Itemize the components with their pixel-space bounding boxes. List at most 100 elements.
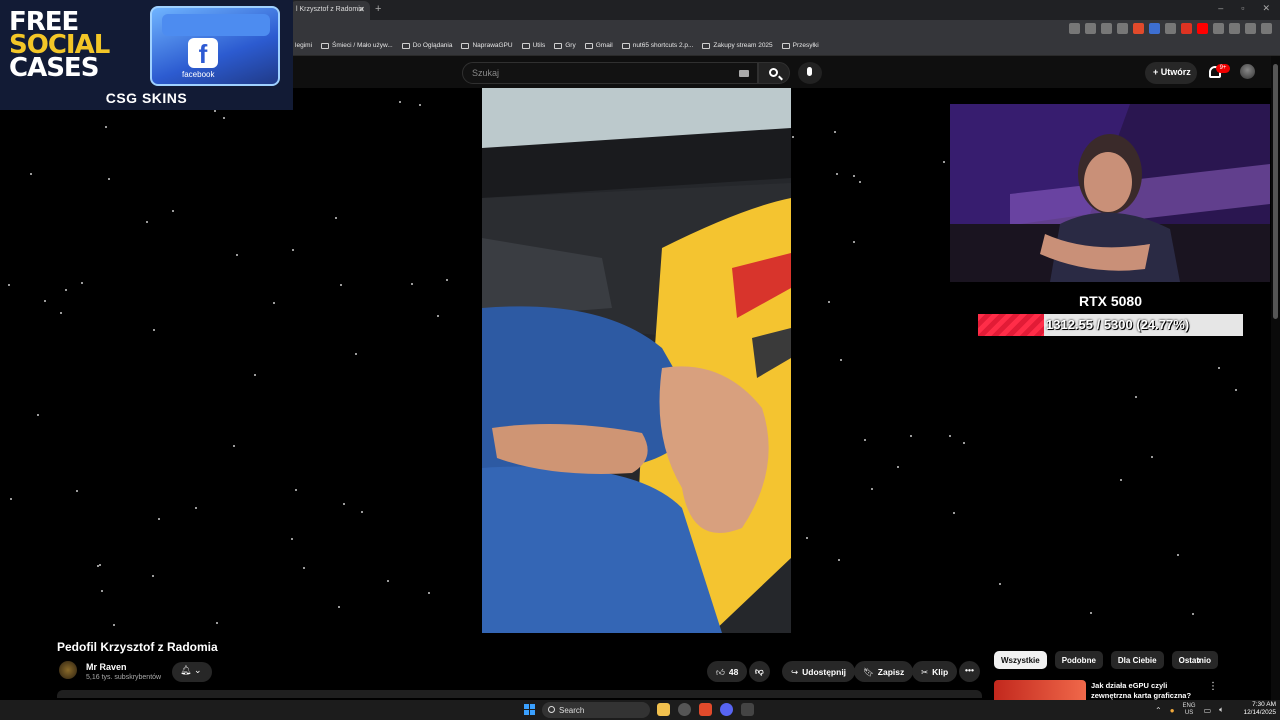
bookmark-label: nut65 shortcuts 2.p... <box>632 42 694 49</box>
save-button[interactable]: 🔖︎ Zapisz <box>854 661 914 682</box>
bookmark-item[interactable]: NaprawaGPU <box>461 42 513 49</box>
extension-icon[interactable] <box>1165 23 1176 34</box>
star-dot <box>1090 612 1092 614</box>
share-button[interactable]: ↪ Udostępnij <box>782 661 856 682</box>
sidebar-icon[interactable] <box>1229 23 1240 34</box>
tray-app-icon[interactable]: ● <box>1170 706 1175 715</box>
maximize-icon[interactable]: ▫ <box>1241 3 1244 14</box>
subscribe-notification-button[interactable]: 🔔︎ ⌄ <box>172 662 212 682</box>
close-window-icon[interactable]: ✕ <box>1262 3 1270 14</box>
obs-icon[interactable] <box>678 703 691 716</box>
filter-chip[interactable]: Dla Ciebie <box>1110 651 1164 669</box>
keyboard-icon[interactable] <box>739 70 749 77</box>
star-dot <box>910 435 912 437</box>
translate-icon[interactable] <box>1085 23 1096 34</box>
goal-progress-fill <box>978 314 1044 336</box>
plus-icon: + <box>1153 67 1161 77</box>
channel-name[interactable]: Mr Raven <box>86 662 127 672</box>
streamer-webcam <box>950 104 1270 282</box>
create-button[interactable]: + Utwórz <box>1145 62 1197 84</box>
discord-icon[interactable] <box>720 703 733 716</box>
bookmark-item[interactable]: Gry <box>554 42 576 49</box>
folder-icon <box>781 42 790 49</box>
bookmark-item[interactable]: Zakupy stream 2025 <box>702 42 773 49</box>
clip-button[interactable]: ✂ Klip <box>912 661 958 682</box>
windows-start-icon[interactable] <box>524 704 535 715</box>
star-dot <box>10 498 12 500</box>
video-title: Pedofil Krzysztof z Radomia <box>57 640 218 654</box>
star-dot <box>65 289 67 291</box>
filter-chip[interactable]: Ostatnio <box>1171 651 1219 669</box>
star-dot <box>335 217 337 219</box>
extension-icon[interactable] <box>1149 23 1160 34</box>
language-top: ENG <box>1182 703 1196 709</box>
app-icon[interactable] <box>741 703 754 716</box>
language-indicator[interactable]: ENG US <box>1183 703 1196 717</box>
brave-shield-icon[interactable] <box>1133 23 1144 34</box>
more-actions-button[interactable]: ••• <box>959 661 980 682</box>
extension-icon[interactable] <box>1181 23 1192 34</box>
filter-chip[interactable]: Podobne <box>1054 651 1103 669</box>
filter-chip[interactable]: Wszystkie <box>994 651 1047 669</box>
search-button[interactable] <box>758 62 790 84</box>
close-icon[interactable]: ✕ <box>358 5 365 14</box>
zoom-icon[interactable] <box>1101 23 1112 34</box>
star-dot <box>792 136 794 138</box>
page-scrollbar[interactable] <box>1271 56 1280 700</box>
subscriber-count: 5,16 tys. subskrybentów <box>86 674 162 681</box>
cast-icon[interactable] <box>1069 23 1080 34</box>
star-dot <box>101 590 103 592</box>
star-dot <box>60 312 62 314</box>
share-icon[interactable] <box>1117 23 1128 34</box>
star-dot <box>76 490 78 492</box>
media-icon[interactable] <box>1245 23 1256 34</box>
network-icon[interactable]: ▭ <box>1204 706 1212 715</box>
video-player[interactable] <box>482 88 791 633</box>
star-dot <box>355 353 357 355</box>
star-dot <box>999 583 1001 585</box>
search-input[interactable]: Szukaj <box>462 62 758 84</box>
bookmark-item[interactable]: s legimi <box>290 42 312 49</box>
star-dot <box>8 284 10 286</box>
volume-icon[interactable]: 🔈︎ <box>1219 705 1224 715</box>
scrollbar-thumb[interactable] <box>1273 64 1278 319</box>
star-dot <box>340 284 342 286</box>
taskbar-clock[interactable]: 7:30 AM 12/14/2025 <box>1236 701 1276 717</box>
youtube-extension-icon[interactable] <box>1197 23 1208 34</box>
puzzle-icon[interactable] <box>1213 23 1224 34</box>
star-dot <box>949 435 951 437</box>
like-button[interactable]: 👍︎ 48 <box>707 661 748 682</box>
bookmark-item[interactable]: Gmail <box>584 42 613 49</box>
bookmark-label: Przesyłki <box>792 42 819 49</box>
system-tray: ⌃ ● ENG US ▭ 🔈︎ <box>1155 703 1224 717</box>
bookmark-label: Do Oglądania <box>412 42 453 49</box>
bookmark-label: Gry <box>565 42 576 49</box>
taskbar-search[interactable]: Search <box>542 702 650 718</box>
account-avatar[interactable] <box>1240 64 1255 79</box>
bookmark-item[interactable]: Śmieci / Mało używ... <box>321 42 393 49</box>
menu-icon[interactable] <box>1261 23 1272 34</box>
voice-search-button[interactable] <box>798 62 822 84</box>
bookmark-item[interactable]: Przesyłki <box>781 42 819 49</box>
minimize-icon[interactable]: – <box>1218 3 1223 14</box>
star-dot <box>152 575 154 577</box>
chevron-up-icon[interactable]: ⌃ <box>1155 706 1162 715</box>
brave-browser-icon[interactable] <box>699 703 712 716</box>
channel-avatar[interactable] <box>59 661 77 679</box>
file-explorer-icon[interactable] <box>657 703 670 716</box>
new-tab-icon[interactable]: + <box>375 3 381 15</box>
star-dot <box>828 301 830 303</box>
recommendation-title[interactable]: Jak działa eGPU czyli zewnętrzna karta g… <box>1091 681 1201 701</box>
browser-tab-active[interactable]: l Krzysztof z Radomia ✕ <box>290 1 370 20</box>
star-dot <box>216 622 218 624</box>
star-dot <box>859 181 861 183</box>
star-dot <box>44 300 46 302</box>
recommendation-thumbnail[interactable] <box>994 680 1086 700</box>
more-vertical-icon[interactable]: ⋮ <box>1208 681 1218 692</box>
dislike-button[interactable]: 👎︎ <box>749 661 770 682</box>
chevron-right-icon[interactable]: › <box>1197 653 1201 667</box>
chevron-down-icon: ⌄ <box>193 665 202 675</box>
bookmark-item[interactable]: Do Oglądania <box>401 42 453 49</box>
bookmark-item[interactable]: Utils <box>521 42 545 49</box>
bookmark-item[interactable]: nut65 shortcuts 2.p... <box>621 42 694 49</box>
